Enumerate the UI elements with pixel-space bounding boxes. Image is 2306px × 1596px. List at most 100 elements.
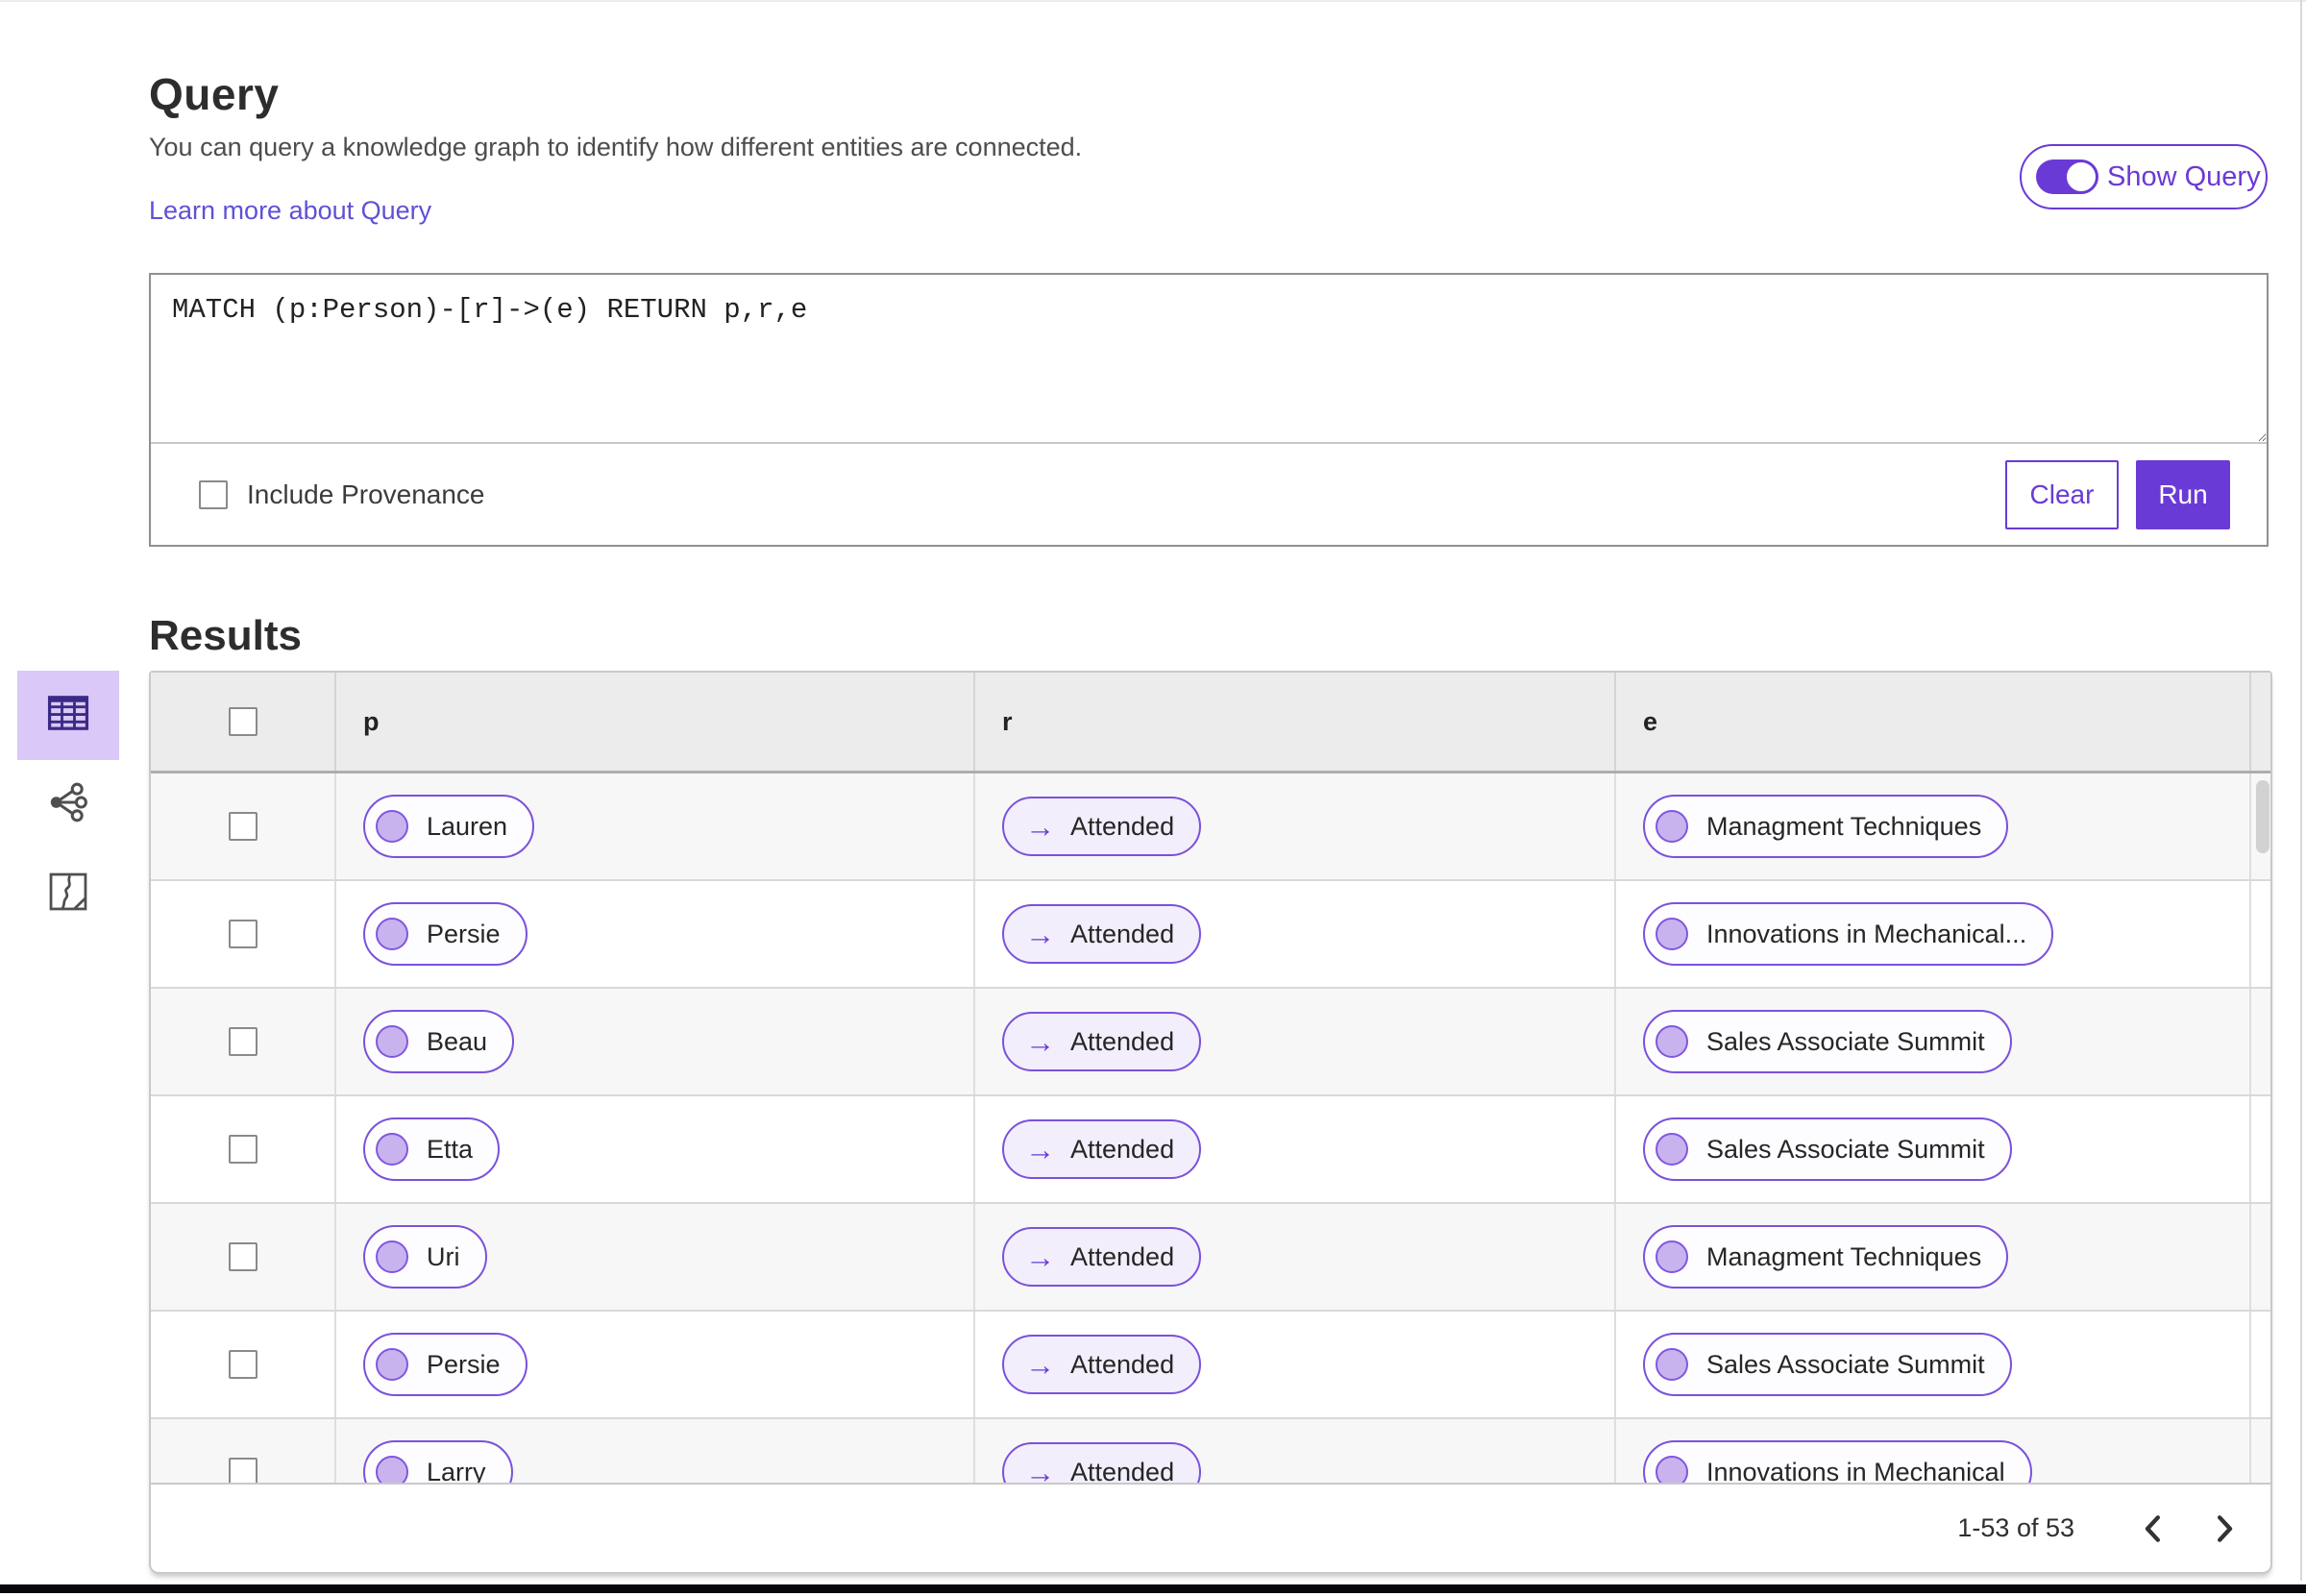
results-table: p r e Lauren → Attended Managment Techni… [149, 671, 2272, 1574]
table-header: p r e [151, 673, 2270, 773]
table-row: Persie → Attended Sales Associate Summit [151, 1312, 2270, 1419]
arrow-right-icon: → [1025, 1132, 1055, 1166]
network-graph-icon [46, 780, 90, 829]
column-header-r: r [975, 673, 1616, 771]
query-input[interactable]: MATCH (p:Person)-[r]->(e) RETURN p,r,e [151, 275, 2267, 444]
show-query-label: Show Query [2107, 160, 2261, 192]
node-circle-icon [376, 810, 408, 843]
node-circle-icon [376, 1240, 408, 1273]
show-query-toggle[interactable]: Show Query [2020, 144, 2268, 209]
table-row: Larry → Attended Innovations in Mechanic… [151, 1419, 2270, 1485]
scrollbar-gutter-header [2251, 673, 2278, 771]
scrollbar-gutter-cell [2251, 1312, 2270, 1417]
relation-pill[interactable]: → Attended [1002, 1012, 1202, 1071]
node-circle-icon [376, 918, 408, 950]
relation-pill[interactable]: → Attended [1002, 1119, 1202, 1179]
scrollbar-gutter-cell [2251, 1096, 2270, 1202]
page-title: Query [149, 68, 280, 119]
run-button[interactable]: Run [2136, 459, 2230, 529]
next-page-button[interactable] [2209, 1508, 2242, 1550]
column-header-e: e [1616, 673, 2251, 771]
node-circle-icon [376, 1456, 408, 1485]
arrow-right-icon: → [1025, 1024, 1055, 1059]
toggle-knob [2064, 160, 2098, 194]
select-all-checkbox[interactable] [228, 707, 258, 736]
scrollbar-gutter-cell [2251, 881, 2270, 987]
row-checkbox[interactable] [228, 1242, 258, 1271]
row-checkbox[interactable] [228, 812, 258, 841]
table-icon [46, 694, 90, 737]
node-circle-icon [1656, 1456, 1688, 1485]
page-top-border [0, 0, 2306, 2]
row-checkbox[interactable] [228, 1027, 258, 1056]
node-circle-icon [1656, 1240, 1688, 1273]
entity-pill[interactable]: Etta [363, 1117, 501, 1181]
view-switcher [17, 671, 119, 939]
entity-pill[interactable]: Innovations in Mechanical [1643, 1440, 2032, 1485]
row-checkbox[interactable] [228, 1350, 258, 1379]
entity-pill[interactable]: Managment Techniques [1643, 1225, 2009, 1289]
arrow-right-icon: → [1025, 1347, 1055, 1382]
row-checkbox[interactable] [228, 1135, 258, 1164]
bottom-dark-bar [0, 1584, 2306, 1593]
node-circle-icon [376, 1133, 408, 1166]
entity-pill[interactable]: Managment Techniques [1643, 795, 2009, 858]
page-right-border [2300, 0, 2302, 1581]
node-circle-icon [376, 1348, 408, 1381]
entity-pill[interactable]: Persie [363, 1333, 527, 1396]
node-circle-icon [1656, 1133, 1688, 1166]
table-view-button[interactable] [17, 671, 119, 760]
entity-pill[interactable]: Persie [363, 902, 527, 966]
include-provenance-checkbox[interactable] [199, 479, 228, 509]
column-header-p: p [336, 673, 975, 771]
arrow-right-icon: → [1025, 1455, 1055, 1486]
results-title: Results [149, 611, 302, 659]
arrow-right-icon: → [1025, 1240, 1055, 1274]
table-row: Persie → Attended Innovations in Mechani… [151, 881, 2270, 989]
scrollbar-gutter-cell [2251, 1419, 2270, 1485]
entity-pill[interactable]: Sales Associate Summit [1643, 1010, 2012, 1073]
arrow-right-icon: → [1025, 917, 1055, 951]
entity-pill[interactable]: Sales Associate Summit [1643, 1117, 2012, 1181]
relation-pill[interactable]: → Attended [1002, 797, 1202, 856]
table-row: Etta → Attended Sales Associate Summit [151, 1096, 2270, 1204]
page-range-label: 1-53 of 53 [1957, 1513, 2074, 1542]
row-checkbox[interactable] [228, 920, 258, 948]
vertical-scrollbar-thumb[interactable] [2256, 780, 2269, 853]
table-row: Uri → Attended Managment Techniques [151, 1204, 2270, 1312]
graph-view-button[interactable] [17, 760, 119, 849]
entity-pill[interactable]: Uri [363, 1225, 487, 1289]
entity-pill[interactable]: Lauren [363, 795, 535, 858]
entity-pill[interactable]: Beau [363, 1010, 515, 1073]
relation-pill[interactable]: → Attended [1002, 1442, 1202, 1486]
scrollbar-gutter-cell [2251, 989, 2270, 1094]
query-editor-panel: MATCH (p:Person)-[r]->(e) RETURN p,r,e I… [149, 273, 2269, 547]
map-icon [47, 871, 89, 918]
relation-pill[interactable]: → Attended [1002, 904, 1202, 964]
arrow-right-icon: → [1025, 809, 1055, 844]
row-checkbox[interactable] [228, 1458, 258, 1485]
include-provenance-label: Include Provenance [247, 479, 485, 509]
scrollbar-gutter-cell [2251, 1204, 2270, 1310]
entity-pill[interactable]: Innovations in Mechanical... [1643, 902, 2054, 966]
node-circle-icon [1656, 810, 1688, 843]
node-circle-icon [1656, 1025, 1688, 1058]
relation-pill[interactable]: → Attended [1002, 1335, 1202, 1394]
table-row: Lauren → Attended Managment Techniques [151, 773, 2270, 881]
query-footer: Include Provenance Clear Run [151, 444, 2267, 545]
page-description: You can query a knowledge graph to ident… [149, 133, 1083, 161]
entity-pill[interactable]: Sales Associate Summit [1643, 1333, 2012, 1396]
toggle-switch-icon[interactable] [2036, 160, 2098, 194]
pagination-bar: 1-53 of 53 [151, 1483, 2270, 1572]
entity-pill[interactable]: Larry [363, 1440, 513, 1485]
relation-pill[interactable]: → Attended [1002, 1227, 1202, 1287]
table-row: Beau → Attended Sales Associate Summit [151, 989, 2270, 1096]
table-body: Lauren → Attended Managment Techniques P… [151, 773, 2270, 1485]
node-circle-icon [1656, 918, 1688, 950]
node-circle-icon [376, 1025, 408, 1058]
map-view-button[interactable] [17, 849, 119, 939]
learn-more-link[interactable]: Learn more about Query [149, 196, 431, 226]
previous-page-button[interactable] [2136, 1508, 2169, 1550]
node-circle-icon [1656, 1348, 1688, 1381]
clear-button[interactable]: Clear [2005, 459, 2119, 529]
